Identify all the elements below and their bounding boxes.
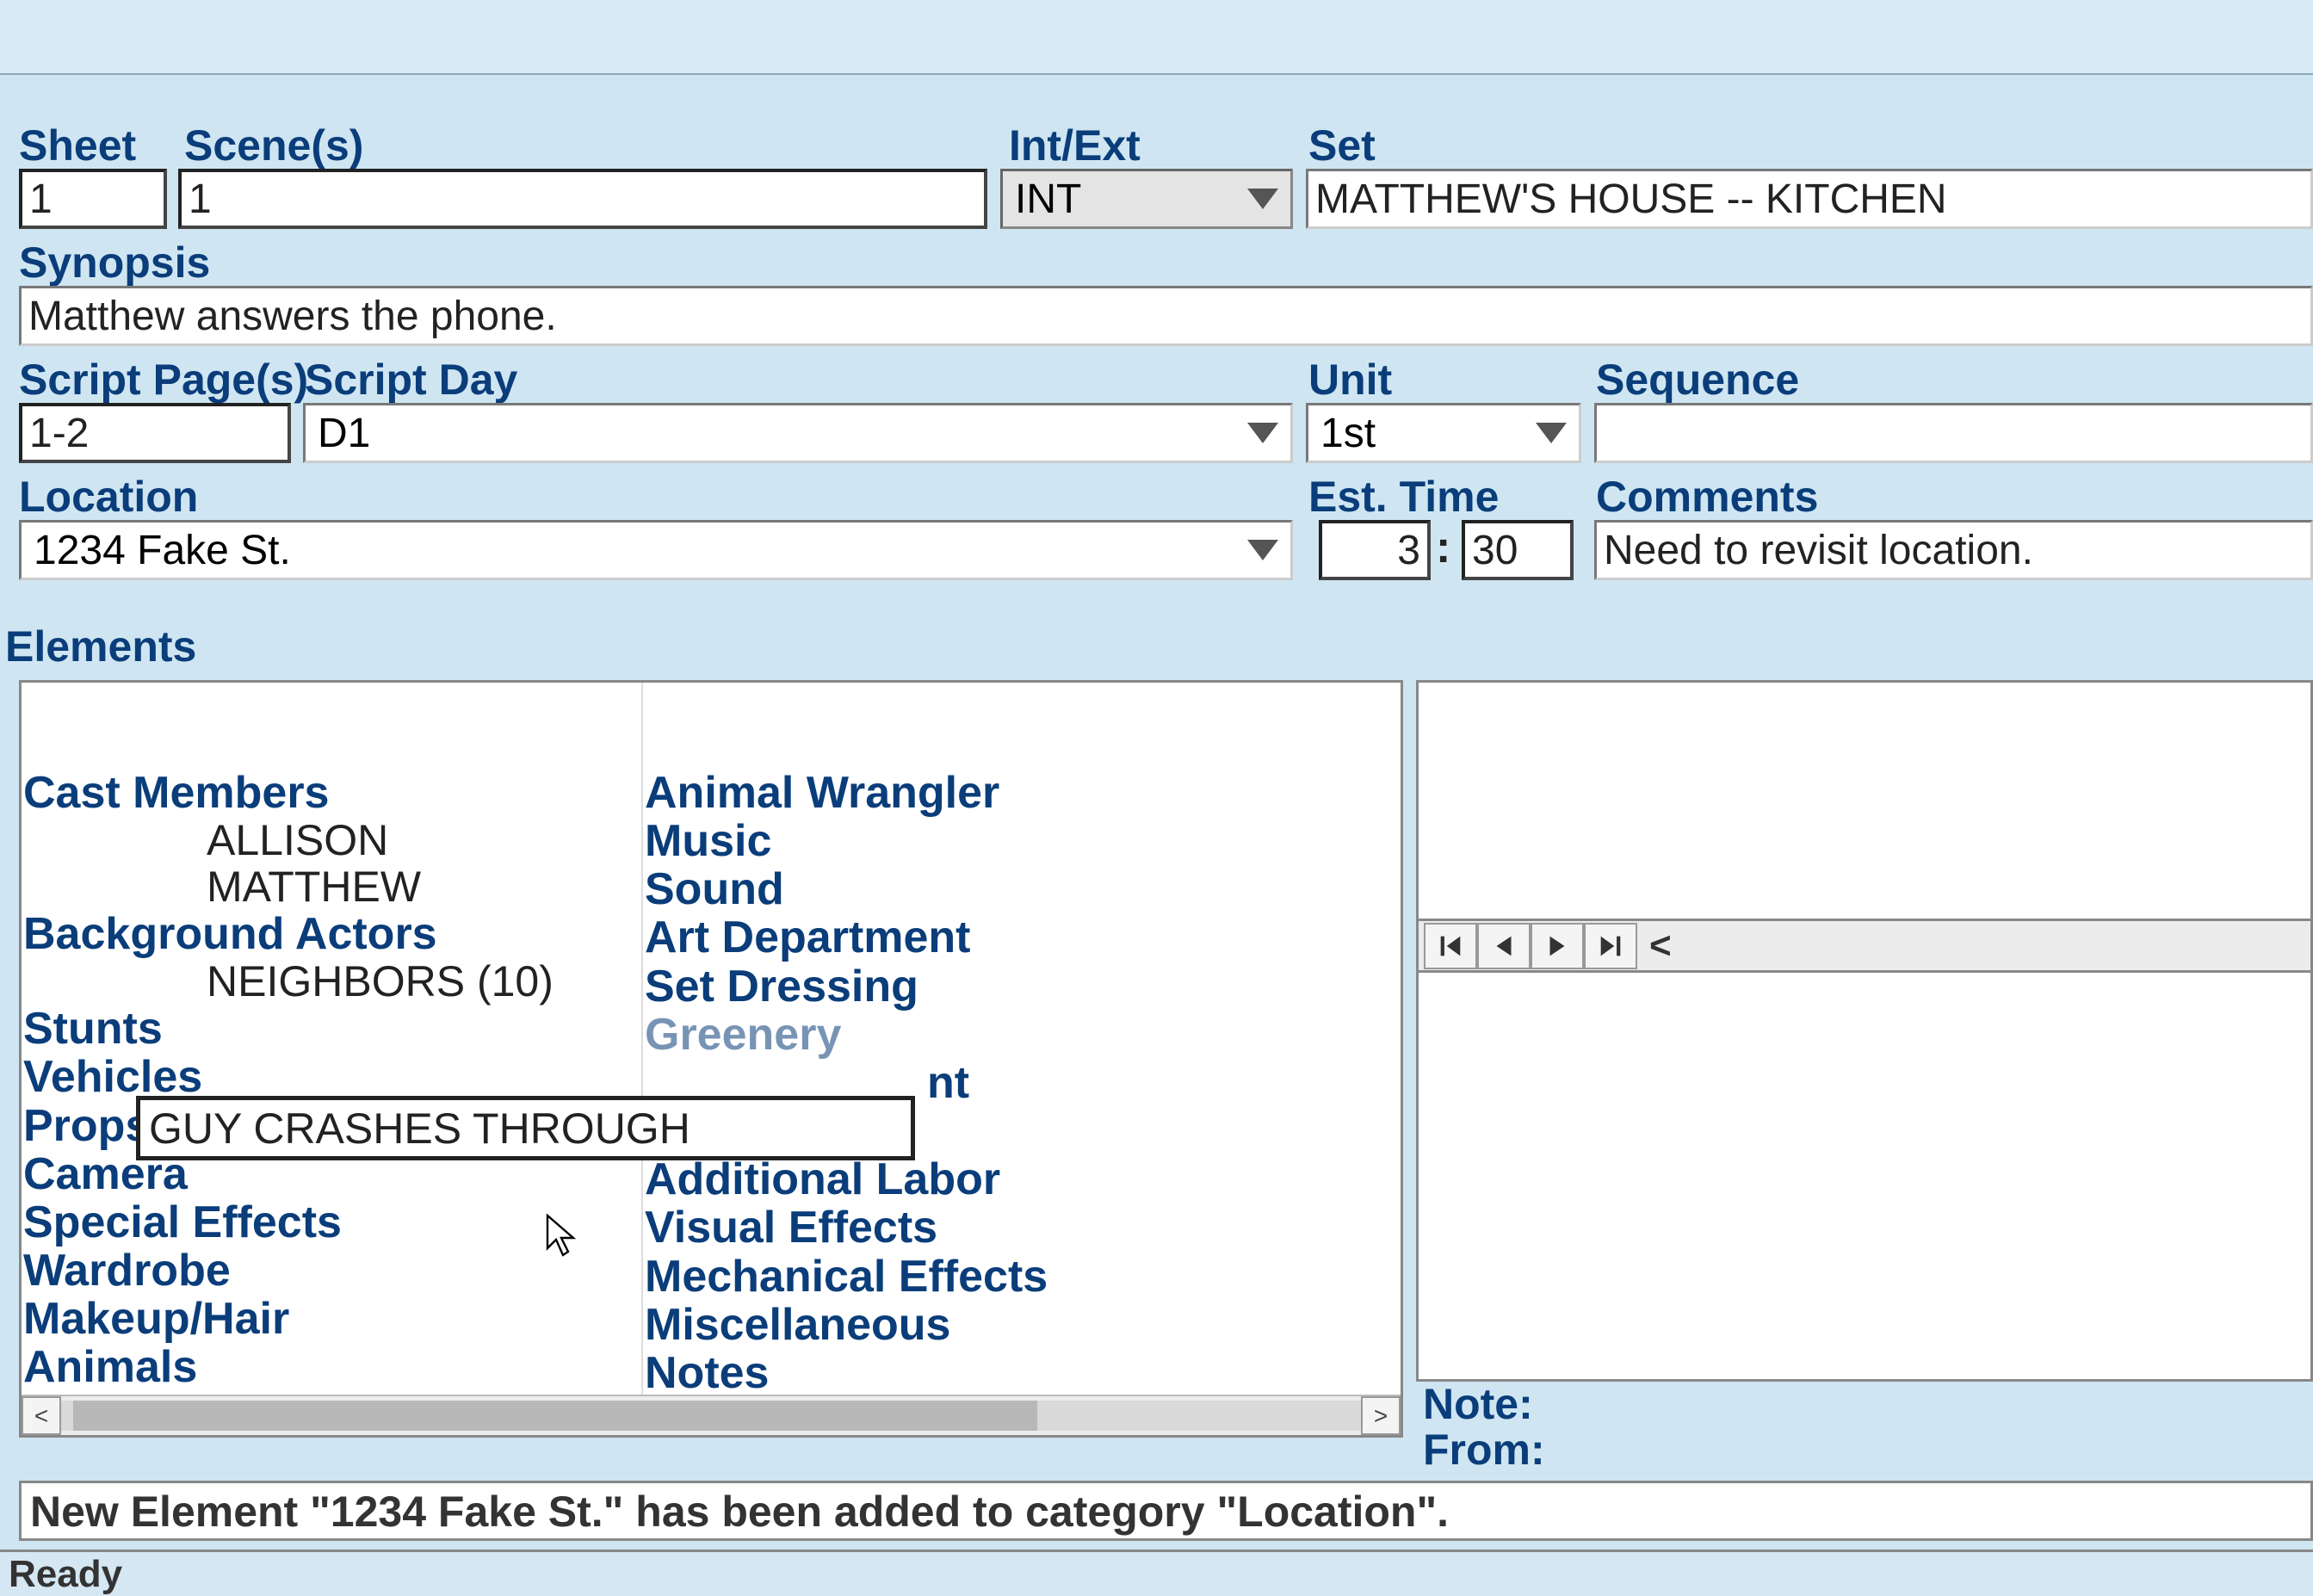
element-matthew[interactable]: MATTHEW — [22, 863, 641, 910]
elements-columns: Cast Members ALLISON MATTHEW Background … — [22, 683, 1401, 1396]
toolbar-area — [0, 0, 2313, 75]
preview-top-panel — [1416, 680, 2313, 921]
nav-last-button[interactable] — [1584, 923, 1637, 969]
category-greenery[interactable]: Greenery — [643, 1011, 1278, 1059]
label-intext: Int/Ext — [1009, 121, 1141, 170]
category-cast-members[interactable]: Cast Members — [22, 769, 641, 817]
label-location: Location — [19, 472, 198, 522]
element-neighbors[interactable]: NEIGHBORS (10) — [22, 958, 641, 1005]
scroll-thumb[interactable] — [73, 1401, 1037, 1431]
first-icon — [1436, 931, 1465, 961]
label-unit: Unit — [1308, 355, 1392, 405]
est-time-minutes-input[interactable] — [1462, 520, 1574, 580]
category-sound[interactable]: Sound — [643, 865, 1278, 913]
comments-input[interactable] — [1594, 520, 2313, 580]
elements-column-2: Animal Wrangler Music Sound Art Departme… — [641, 683, 1278, 1396]
elements-column-1: Cast Members ALLISON MATTHEW Background … — [22, 683, 641, 1396]
category-mechanical-effects[interactable]: Mechanical Effects — [643, 1253, 1278, 1301]
label-est-time: Est. Time — [1308, 472, 1499, 522]
category-notes[interactable]: Notes — [643, 1349, 1278, 1396]
chevron-down-icon — [1247, 540, 1278, 560]
nav-extra-indicator: < — [1649, 925, 1672, 968]
label-from: From: — [1423, 1427, 2313, 1473]
chevron-down-icon — [1247, 423, 1278, 443]
nav-strip: < — [1416, 921, 2313, 973]
sheet-input[interactable] — [19, 169, 167, 229]
elements-panel: Cast Members ALLISON MATTHEW Background … — [19, 680, 1403, 1438]
category-animals[interactable]: Animals — [22, 1343, 641, 1391]
nav-next-button[interactable] — [1531, 923, 1584, 969]
set-input[interactable] — [1306, 169, 2313, 229]
label-set: Set — [1308, 121, 1376, 170]
nav-first-button[interactable] — [1424, 923, 1477, 969]
element-allison[interactable]: ALLISON — [22, 817, 641, 863]
location-value: 1234 Fake St. — [34, 527, 291, 574]
note-area: Note: From: — [1416, 1382, 2313, 1485]
label-script-pages: Script Page(s) — [19, 355, 308, 405]
right-panel: < Note: From: — [1416, 680, 2313, 1438]
unit-select[interactable]: 1st — [1306, 403, 1581, 463]
category-vehicles[interactable]: Vehicles — [22, 1053, 641, 1101]
est-time-hours-input[interactable] — [1319, 520, 1431, 580]
synopsis-input[interactable] — [19, 286, 2313, 346]
intext-select[interactable]: INT — [1000, 169, 1293, 229]
preview-bottom-panel — [1416, 973, 2313, 1382]
unit-value: 1st — [1320, 410, 1376, 457]
category-miscellaneous[interactable]: Miscellaneous — [643, 1301, 1278, 1349]
location-select[interactable]: 1234 Fake St. — [19, 520, 1293, 580]
last-icon — [1596, 931, 1625, 961]
label-synopsis: Synopsis — [19, 238, 210, 288]
new-element-input[interactable] — [136, 1096, 915, 1160]
breakdown-sheet-window: Sheet Scene(s) Int/Ext Set INT Synopsis … — [0, 0, 2313, 1596]
sequence-input[interactable] — [1594, 403, 2313, 463]
category-music[interactable]: Music — [643, 817, 1278, 865]
intext-value: INT — [1015, 176, 1081, 223]
time-separator: : — [1436, 522, 1450, 573]
status-bar: Ready — [0, 1550, 2313, 1596]
cursor-icon — [546, 1214, 580, 1263]
category-stunts[interactable]: Stunts — [22, 1005, 641, 1053]
scenes-input[interactable] — [178, 169, 987, 229]
scroll-right-button[interactable]: > — [1361, 1396, 1401, 1435]
elements-horizontal-scrollbar[interactable]: < > — [22, 1395, 1401, 1435]
next-icon — [1543, 931, 1572, 961]
message-bar: New Element "1234 Fake St." has been add… — [19, 1481, 2313, 1541]
status-text: Ready — [9, 1553, 122, 1596]
scroll-left-button[interactable]: < — [22, 1396, 61, 1435]
category-makeup-hair[interactable]: Makeup/Hair — [22, 1295, 641, 1343]
script-day-select[interactable]: D1 — [303, 403, 1293, 463]
script-pages-input[interactable] — [19, 403, 291, 463]
category-background-actors[interactable]: Background Actors — [22, 910, 641, 958]
category-animal-wrangler[interactable]: Animal Wrangler — [643, 769, 1278, 817]
label-note: Note: — [1423, 1382, 2313, 1427]
nav-prev-button[interactable] — [1477, 923, 1531, 969]
label-elements: Elements — [5, 622, 196, 671]
category-art-department[interactable]: Art Department — [643, 913, 1278, 962]
prev-icon — [1489, 931, 1518, 961]
category-set-dressing[interactable]: Set Dressing — [643, 962, 1278, 1011]
script-day-value: D1 — [318, 410, 370, 457]
label-comments: Comments — [1596, 472, 1818, 522]
category-visual-effects[interactable]: Visual Effects — [643, 1203, 1278, 1252]
scroll-track[interactable] — [61, 1401, 1361, 1431]
chevron-down-icon — [1247, 189, 1278, 209]
category-additional-labor[interactable]: Additional Labor — [643, 1155, 1278, 1203]
label-sheet: Sheet — [19, 121, 136, 170]
label-sequence: Sequence — [1596, 355, 1799, 405]
label-scenes: Scene(s) — [184, 121, 363, 170]
label-script-day: Script Day — [305, 355, 517, 405]
chevron-down-icon — [1536, 423, 1567, 443]
